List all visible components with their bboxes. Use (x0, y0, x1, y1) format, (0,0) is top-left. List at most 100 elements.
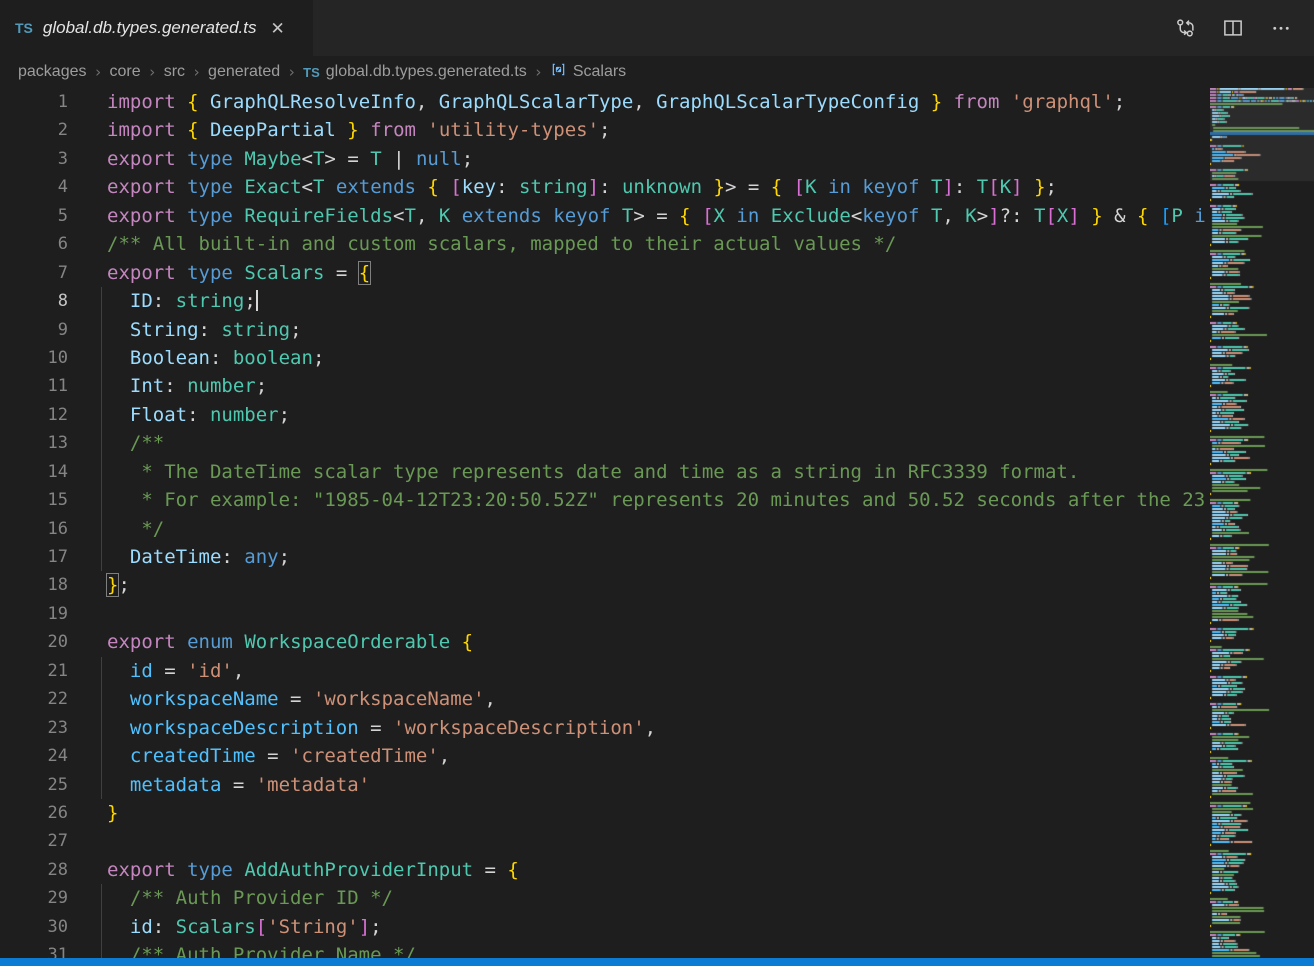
code-line[interactable]: 16 */ (0, 515, 1207, 543)
minimap[interactable] (1210, 88, 1314, 958)
tab-bar: TS global.db.types.generated.ts ✕ (0, 0, 1314, 56)
breadcrumb-item-core[interactable]: core (110, 63, 141, 81)
line-number[interactable]: 18 (0, 571, 90, 599)
line-number[interactable]: 24 (0, 742, 90, 770)
line-number[interactable]: 27 (0, 827, 90, 855)
line-number[interactable]: 1 (0, 88, 90, 116)
code-line[interactable]: 8 ID: string; (0, 287, 1207, 315)
status-accent-bar (0, 958, 1314, 966)
line-number[interactable]: 8 (0, 287, 90, 315)
line-number[interactable]: 28 (0, 856, 90, 884)
code-editor[interactable]: 1import { GraphQLResolveInfo, GraphQLSca… (0, 88, 1207, 966)
code-text: String: string; (90, 316, 302, 344)
code-line[interactable]: 24 createdTime = 'createdTime', (0, 742, 1207, 770)
breadcrumb-label: src (164, 63, 185, 81)
code-line[interactable]: 21 id = 'id', (0, 657, 1207, 685)
typescript-file-icon: TS (303, 65, 320, 80)
line-number[interactable]: 26 (0, 799, 90, 827)
line-number[interactable]: 9 (0, 316, 90, 344)
open-changes-icon[interactable] (1174, 17, 1196, 39)
line-number[interactable]: 6 (0, 230, 90, 258)
line-number[interactable]: 2 (0, 116, 90, 144)
code-text: /** Auth Provider ID */ (90, 884, 393, 912)
line-number[interactable]: 21 (0, 657, 90, 685)
vscode-window: TS global.db.types.generated.ts ✕ (0, 0, 1314, 966)
code-text: export type Scalars = { (90, 259, 370, 287)
code-line[interactable]: 13 /** (0, 429, 1207, 457)
breadcrumb-label: global.db.types.generated.ts (326, 63, 527, 81)
code-line[interactable]: 2import { DeepPartial } from 'utility-ty… (0, 116, 1207, 144)
line-number[interactable]: 17 (0, 543, 90, 571)
line-number[interactable]: 12 (0, 401, 90, 429)
code-text: export enum WorkspaceOrderable { (90, 628, 473, 656)
code-line[interactable]: 19 (0, 600, 1207, 628)
code-line[interactable]: 28export type AddAuthProviderInput = { (0, 856, 1207, 884)
code-text: id = 'id', (90, 657, 244, 685)
line-number[interactable]: 7 (0, 259, 90, 287)
code-line[interactable]: 26} (0, 799, 1207, 827)
code-line[interactable]: 10 Boolean: boolean; (0, 344, 1207, 372)
line-number[interactable]: 22 (0, 685, 90, 713)
code-line[interactable]: 25 metadata = 'metadata' (0, 771, 1207, 799)
line-number[interactable]: 15 (0, 486, 90, 514)
line-number[interactable]: 16 (0, 515, 90, 543)
code-line[interactable]: 18}; (0, 571, 1207, 599)
line-number[interactable]: 10 (0, 344, 90, 372)
line-number[interactable]: 23 (0, 714, 90, 742)
code-text: /** All built-in and custom scalars, map… (90, 230, 896, 258)
breadcrumb-label: Scalars (573, 63, 626, 81)
code-line[interactable]: 6/** All built-in and custom scalars, ma… (0, 230, 1207, 258)
code-text: DateTime: any; (90, 543, 290, 571)
code-text: */ (90, 515, 164, 543)
code-line[interactable]: 30 id: Scalars['String']; (0, 913, 1207, 941)
breadcrumb-item-generated[interactable]: generated (208, 63, 280, 81)
line-number[interactable]: 4 (0, 173, 90, 201)
code-line[interactable]: 14 * The DateTime scalar type represents… (0, 458, 1207, 486)
code-line[interactable]: 1import { GraphQLResolveInfo, GraphQLSca… (0, 88, 1207, 116)
breadcrumb-label: core (110, 63, 141, 81)
code-line[interactable]: 20export enum WorkspaceOrderable { (0, 628, 1207, 656)
code-text: Float: number; (90, 401, 290, 429)
code-text: } (90, 799, 118, 827)
code-line[interactable]: 5export type RequireFields<T, K extends … (0, 202, 1207, 230)
close-icon[interactable]: ✕ (271, 20, 285, 37)
code-line[interactable]: 12 Float: number; (0, 401, 1207, 429)
code-text: import { GraphQLResolveInfo, GraphQLScal… (90, 88, 1125, 116)
line-number[interactable]: 14 (0, 458, 90, 486)
editor-actions (1174, 0, 1314, 56)
breadcrumb-item-scalars[interactable]: Scalars (550, 62, 626, 82)
line-number[interactable]: 13 (0, 429, 90, 457)
code-line[interactable]: 27 (0, 827, 1207, 855)
code-line[interactable]: 17 DateTime: any; (0, 543, 1207, 571)
line-number[interactable]: 11 (0, 372, 90, 400)
code-text: * For example: "1985-04-12T23:20:50.52Z"… (90, 486, 1207, 514)
code-line[interactable]: 11 Int: number; (0, 372, 1207, 400)
code-line[interactable]: 9 String: string; (0, 316, 1207, 344)
code-line[interactable]: 4export type Exact<T extends { [key: str… (0, 173, 1207, 201)
code-line[interactable]: 29 /** Auth Provider ID */ (0, 884, 1207, 912)
line-number[interactable]: 20 (0, 628, 90, 656)
code-text: export type Exact<T extends { [key: stri… (90, 173, 1057, 201)
code-text: createdTime = 'createdTime', (90, 742, 450, 770)
chevron-right-icon: › (148, 63, 157, 81)
line-number[interactable]: 25 (0, 771, 90, 799)
more-actions-icon[interactable] (1270, 17, 1292, 39)
split-editor-icon[interactable] (1222, 17, 1244, 39)
breadcrumb-item-global-db-types-generated-ts[interactable]: TS global.db.types.generated.ts (303, 63, 527, 81)
line-number[interactable]: 29 (0, 884, 90, 912)
breadcrumb-item-src[interactable]: src (164, 63, 185, 81)
code-line[interactable]: 3export type Maybe<T> = T | null; (0, 145, 1207, 173)
breadcrumb-item-packages[interactable]: packages (18, 63, 87, 81)
code-line[interactable]: 15 * For example: "1985-04-12T23:20:50.5… (0, 486, 1207, 514)
code-text: /** (90, 429, 164, 457)
line-number[interactable]: 3 (0, 145, 90, 173)
code-text: }; (90, 571, 130, 599)
tab-global-db-types[interactable]: TS global.db.types.generated.ts ✕ (0, 0, 313, 56)
breadcrumb-label: generated (208, 63, 280, 81)
code-line[interactable]: 22 workspaceName = 'workspaceName', (0, 685, 1207, 713)
line-number[interactable]: 5 (0, 202, 90, 230)
code-line[interactable]: 7export type Scalars = { (0, 259, 1207, 287)
line-number[interactable]: 30 (0, 913, 90, 941)
line-number[interactable]: 19 (0, 600, 90, 628)
code-line[interactable]: 23 workspaceDescription = 'workspaceDesc… (0, 714, 1207, 742)
